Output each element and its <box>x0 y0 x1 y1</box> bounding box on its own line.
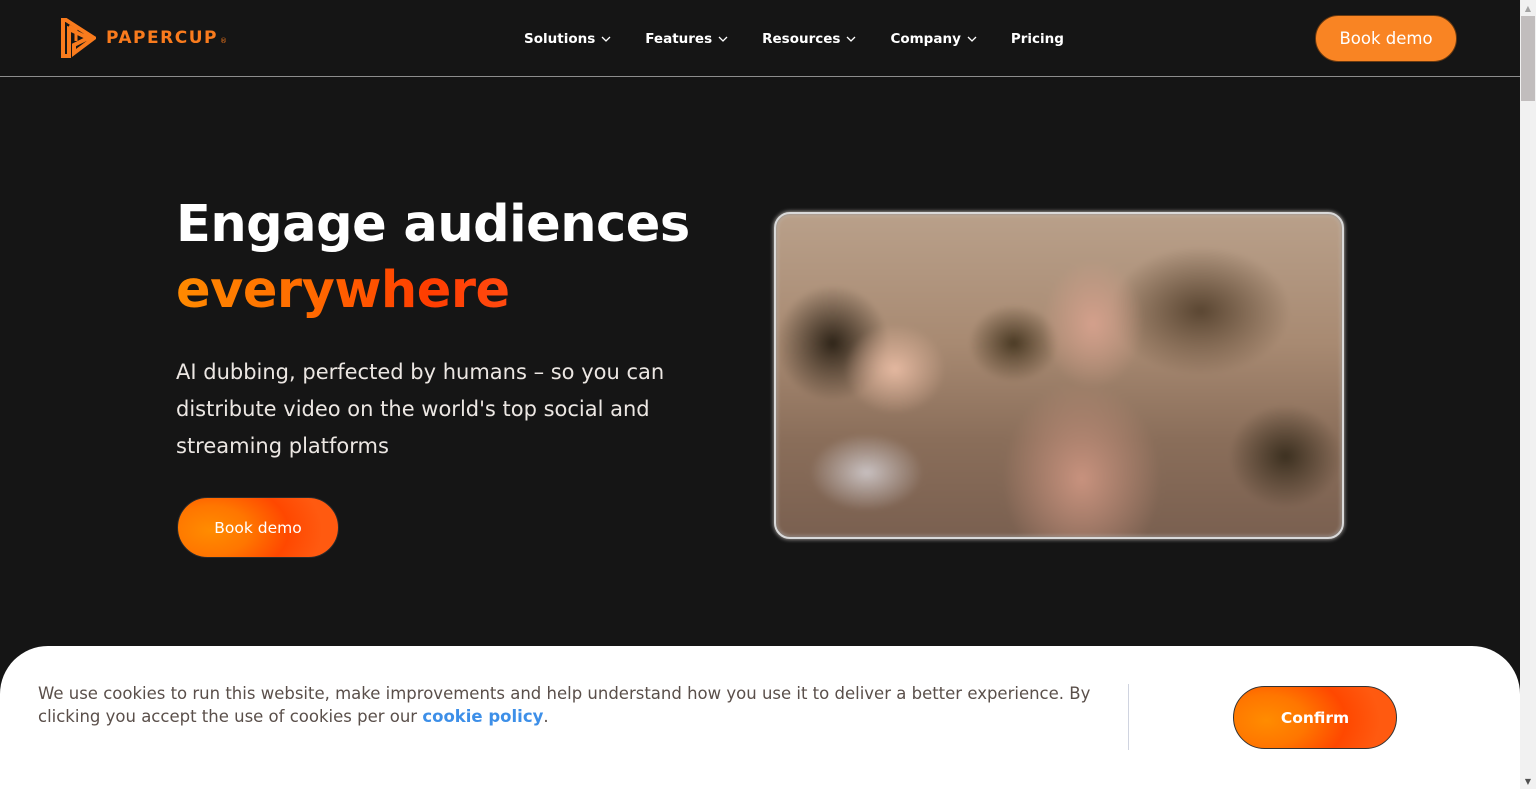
nav-pricing[interactable]: Pricing <box>1011 31 1064 47</box>
hero-video[interactable] <box>774 212 1344 539</box>
scroll-up-arrow-icon[interactable]: ▲ <box>1520 0 1536 16</box>
chevron-down-icon <box>967 36 977 42</box>
nav-company[interactable]: Company <box>890 31 977 47</box>
nav-resources-label: Resources <box>762 31 841 47</box>
chevron-down-icon <box>718 36 728 42</box>
nav-features[interactable]: Features <box>645 31 728 47</box>
cookie-confirm-button[interactable]: Confirm <box>1233 686 1397 749</box>
registered-mark: ® <box>219 37 227 45</box>
logo-text: PAPERCUP <box>106 28 218 48</box>
hero-title-highlight: everywhere <box>176 258 510 324</box>
cookie-banner: We use cookies to run this website, make… <box>0 646 1520 789</box>
page-scrollbar[interactable]: ▲ ▼ <box>1520 0 1536 789</box>
hero-subtitle: AI dubbing, perfected by humans – so you… <box>176 360 665 458</box>
chevron-down-icon <box>601 36 611 42</box>
cookie-message-end: . <box>543 707 549 726</box>
cookie-message: We use cookies to run this website, make… <box>38 682 1098 728</box>
scrollbar-thumb[interactable] <box>1521 16 1535 101</box>
cookie-divider <box>1128 684 1129 750</box>
hero-title: Engage audiences everywhere <box>176 192 736 324</box>
header-book-demo-button[interactable]: Book demo <box>1315 15 1457 62</box>
site-header: PAPERCUP ® Solutions Features Resources … <box>0 0 1520 77</box>
main-nav: Solutions Features Resources Company Pri… <box>524 28 1098 50</box>
hero-title-line1: Engage audiences <box>176 195 690 254</box>
cookie-message-text: We use cookies to run this website, make… <box>38 684 1091 726</box>
chevron-down-icon <box>846 36 856 42</box>
cookie-policy-link[interactable]: cookie policy <box>422 707 543 726</box>
nav-solutions-label: Solutions <box>524 31 596 47</box>
nav-pricing-label: Pricing <box>1010 31 1064 47</box>
nav-resources[interactable]: Resources <box>762 31 856 47</box>
hero-book-demo-button[interactable]: Book demo <box>177 497 339 558</box>
nav-company-label: Company <box>890 31 961 47</box>
nav-solutions[interactable]: Solutions <box>524 31 611 47</box>
nav-features-label: Features <box>645 31 713 47</box>
logo-link[interactable]: PAPERCUP ® <box>60 17 227 59</box>
scroll-down-arrow-icon[interactable]: ▼ <box>1520 773 1536 789</box>
papercup-logo-icon <box>61 18 96 58</box>
